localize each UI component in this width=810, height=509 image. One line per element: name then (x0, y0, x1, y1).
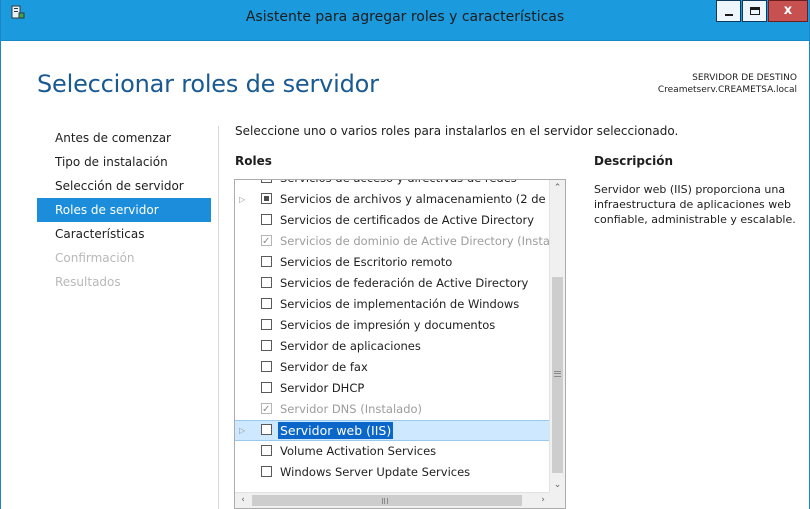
role-label: Servicios de implementación de Windows (280, 297, 520, 311)
wizard-nav: Antes de comenzar Tipo de instalación Se… (37, 126, 211, 294)
role-row[interactable]: Volume Activation Services (235, 441, 551, 462)
instruction-text: Seleccione uno o varios roles para insta… (235, 124, 679, 138)
horizontal-scroll-thumb[interactable] (252, 495, 522, 506)
expand-arrow-icon[interactable]: ▷ (239, 189, 247, 210)
role-label: Servidor DNS (Instalado) (280, 402, 423, 416)
role-label: Servidor de aplicaciones (280, 339, 421, 353)
vertical-scrollbar[interactable]: ⌃ ⌄ (549, 180, 565, 494)
maximize-icon (750, 7, 760, 15)
role-row[interactable]: Servicios de dominio de Active Directory… (235, 231, 551, 252)
grip-icon (554, 371, 561, 377)
role-checkbox[interactable] (261, 180, 272, 183)
scroll-up-icon[interactable]: ⌃ (550, 180, 565, 197)
grip-icon (382, 498, 388, 504)
close-button[interactable]: x (768, 0, 808, 22)
role-label: Servicios de archivos y almacenamiento (… (280, 192, 551, 206)
role-row[interactable]: Servidor de aplicaciones (235, 336, 551, 357)
description-text: Servidor web (IIS) proporciona una infra… (594, 183, 796, 226)
wizard-window: Asistente para agregar roles y caracterí… (0, 0, 810, 509)
role-row[interactable]: Servicios de implementación de Windows (235, 294, 551, 315)
minimize-button[interactable] (716, 0, 741, 22)
role-row[interactable]: ▷ Servidor web (IIS) (235, 420, 551, 441)
role-checkbox[interactable] (261, 466, 272, 477)
expand-arrow-icon[interactable]: ▷ (239, 421, 247, 440)
role-row[interactable]: Servicios de acceso y directivas de rede… (235, 180, 551, 189)
role-checkbox[interactable] (261, 382, 272, 393)
role-label: Servicios de impresión y documentos (280, 318, 496, 332)
role-label: Servicios de federación de Active Direct… (280, 276, 529, 290)
nav-item-roles-de-servidor[interactable]: Roles de servidor (37, 198, 211, 222)
role-label: Servidor de fax (280, 360, 368, 374)
vertical-scroll-thumb[interactable] (552, 277, 563, 473)
destination-label: SERVIDOR DE DESTINO (692, 73, 797, 83)
role-checkbox[interactable] (261, 193, 272, 204)
scroll-corner (549, 492, 565, 508)
role-checkbox (261, 231, 272, 252)
role-label: Windows Server Update Services (280, 465, 471, 479)
role-row[interactable]: Servidor DNS (Instalado) (235, 399, 551, 420)
role-checkbox[interactable] (261, 256, 272, 267)
nav-item-resultados: Resultados (55, 275, 121, 289)
role-checkbox[interactable] (261, 445, 272, 456)
roles-rows: Servicios de acceso y directivas de rede… (235, 180, 551, 494)
role-row[interactable]: Windows Server Update Services (235, 462, 551, 483)
role-checkbox[interactable] (261, 214, 272, 225)
role-checkbox[interactable] (261, 361, 272, 372)
role-label: Servicios de acceso y directivas de rede… (280, 180, 517, 189)
maximize-button[interactable] (742, 0, 767, 22)
role-row[interactable]: Servicios de certificados de Active Dire… (235, 210, 551, 231)
roles-tree-list[interactable]: Servicios de acceso y directivas de rede… (234, 179, 566, 509)
title-bar[interactable]: Asistente para agregar roles y caracterí… (1, 0, 809, 41)
role-row[interactable]: Servidor de fax (235, 357, 551, 378)
minimize-icon (725, 14, 733, 16)
role-row[interactable]: Servidor DHCP (235, 378, 551, 399)
description-label: Descripción (594, 154, 673, 168)
nav-item-tipo-de-instalacion[interactable]: Tipo de instalación (37, 150, 211, 174)
role-label: Servicios de dominio de Active Directory… (280, 234, 551, 248)
destination-server-info: SERVIDOR DE DESTINO Creametserv.CREAMETS… (658, 72, 797, 96)
role-checkbox[interactable] (261, 277, 272, 288)
role-label: Servidor web (IIS) (278, 422, 394, 439)
nav-item-antes-de-comenzar[interactable]: Antes de comenzar (37, 126, 211, 150)
window-title: Asistente para agregar roles y caracterí… (245, 9, 565, 25)
role-row[interactable]: ▷ Servicios de archivos y almacenamiento … (235, 189, 551, 210)
close-icon: x (783, 3, 793, 18)
role-label: Volume Activation Services (280, 444, 437, 458)
nav-item-caracteristicas[interactable]: Características (37, 222, 211, 246)
role-checkbox[interactable] (261, 319, 272, 330)
role-label: Servicios de certificados de Active Dire… (280, 213, 535, 227)
role-label: Servidor DHCP (280, 381, 365, 395)
role-label: Servicios de Escritorio remoto (280, 255, 453, 269)
role-checkbox[interactable] (261, 424, 272, 435)
nav-divider (218, 126, 219, 509)
page-title: Seleccionar roles de servidor (37, 70, 379, 98)
role-checkbox (261, 399, 272, 420)
role-checkbox[interactable] (261, 298, 272, 309)
scroll-left-icon[interactable]: ‹ (235, 493, 251, 508)
horizontal-scrollbar[interactable]: ‹ › (235, 492, 551, 508)
role-row[interactable]: Servicios de impresión y documentos (235, 315, 551, 336)
roles-label: Roles (235, 154, 272, 168)
role-row[interactable]: Servicios de federación de Active Direct… (235, 273, 551, 294)
nav-item-confirmacion: Confirmación (55, 251, 135, 265)
role-checkbox[interactable] (261, 340, 272, 351)
role-row[interactable]: Servicios de Escritorio remoto (235, 252, 551, 273)
destination-server: Creametserv.CREAMETSA.local (657, 85, 797, 95)
nav-item-seleccion-de-servidor[interactable]: Selección de servidor (37, 174, 211, 198)
